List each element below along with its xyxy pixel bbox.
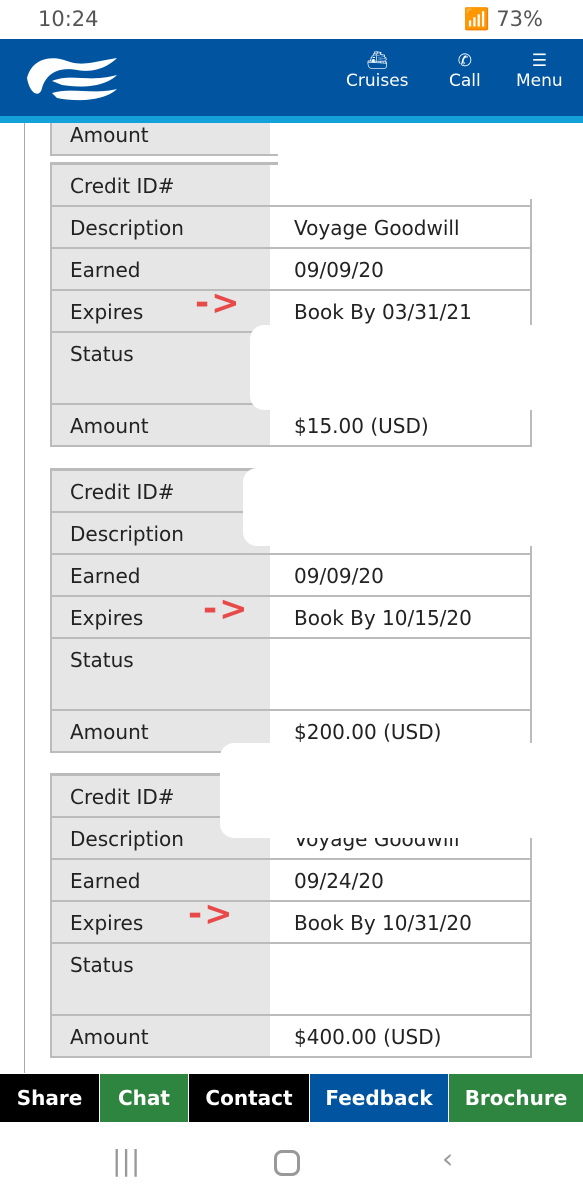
- call-label: Call: [449, 71, 481, 91]
- header-stripe: [0, 116, 583, 123]
- annotation-arrow: ->: [195, 283, 242, 323]
- system-nav-bar: ||| ‹: [0, 1122, 583, 1200]
- clock: 10:24: [38, 7, 99, 31]
- chat-button[interactable]: Chat: [100, 1074, 189, 1122]
- bottom-action-bar: Share Chat Contact Feedback Brochure: [0, 1074, 583, 1122]
- label-description: Description: [52, 207, 270, 247]
- home-icon[interactable]: [274, 1150, 300, 1176]
- logo-icon[interactable]: [22, 53, 122, 103]
- label-status: Status: [52, 639, 270, 709]
- label-amount: Amount: [52, 1016, 270, 1056]
- annotation-arrow: ->: [188, 894, 235, 934]
- feedback-button[interactable]: Feedback: [310, 1074, 449, 1122]
- label-status: Status: [52, 944, 270, 1014]
- back-icon[interactable]: ‹: [442, 1142, 453, 1175]
- value-earned: 09/09/20: [270, 555, 530, 595]
- value-expires: Book By 10/15/20: [270, 597, 530, 637]
- value-earned: 09/09/20: [270, 249, 530, 289]
- value-amount: $15.00 (USD): [270, 405, 530, 445]
- share-button[interactable]: Share: [0, 1074, 100, 1122]
- menu-button[interactable]: ☰ Menu: [516, 51, 563, 91]
- value-earned: 09/24/20: [270, 860, 530, 900]
- label-amount: Amount: [52, 123, 270, 154]
- label-expires: Expires: [52, 902, 270, 942]
- cruises-button[interactable]: ⛴ Cruises: [346, 51, 409, 91]
- redaction: [250, 325, 583, 410]
- value-amount: $400.00 (USD): [270, 1016, 530, 1056]
- battery-text: 73%: [496, 7, 543, 31]
- contact-button[interactable]: Contact: [189, 1074, 310, 1122]
- annotation-arrow: ->: [203, 589, 250, 629]
- ship-icon: ⛴: [366, 51, 389, 71]
- label-description: Description: [52, 513, 270, 553]
- redaction: [243, 468, 583, 546]
- label-amount: Amount: [52, 405, 270, 445]
- call-button[interactable]: ✆ Call: [449, 51, 481, 91]
- label-credit-id: Credit ID#: [52, 165, 270, 205]
- hamburger-icon: ☰: [531, 51, 547, 71]
- battery-level: 📶 73%: [463, 7, 543, 31]
- label-credit-id: Credit ID#: [52, 471, 270, 511]
- site-header: ⛴ Cruises ✆ Call ☰ Menu: [0, 39, 583, 123]
- redaction: [278, 123, 583, 199]
- frame-line: [24, 123, 25, 1073]
- value-expires: Book By 10/31/20: [270, 902, 530, 942]
- label-earned: Earned: [52, 860, 270, 900]
- status-bar: 10:24 📶 73%: [0, 0, 583, 39]
- brochure-button[interactable]: Brochure: [449, 1074, 583, 1122]
- credits-content: Amount Credit ID# Description Voyage Good…: [0, 123, 583, 1073]
- label-status: Status: [52, 333, 270, 403]
- value-description: Voyage Goodwill: [270, 207, 530, 247]
- phone-icon: ✆: [457, 51, 472, 71]
- menu-label: Menu: [516, 71, 563, 91]
- cruises-label: Cruises: [346, 71, 409, 91]
- redaction: [220, 743, 583, 838]
- recent-apps-icon[interactable]: |||: [112, 1144, 140, 1177]
